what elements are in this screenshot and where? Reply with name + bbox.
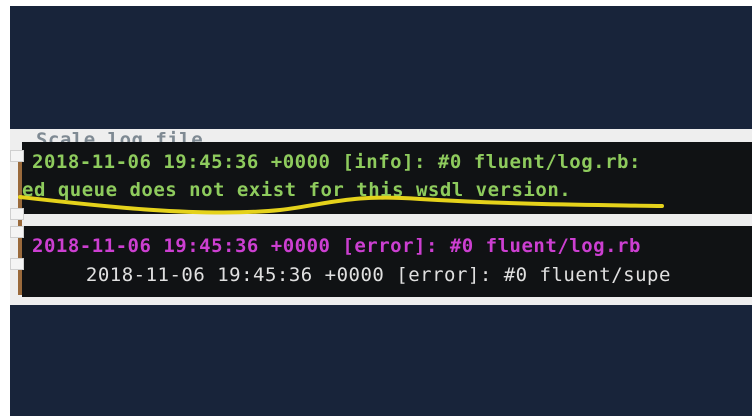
scroll-marker	[10, 226, 24, 238]
scroll-marker	[10, 150, 24, 162]
scroll-marker	[10, 258, 24, 270]
log-line-info: 2018-11-06 19:45:36 +0000 [info]: #0 flu…	[32, 151, 641, 173]
line-separator	[22, 214, 752, 226]
terminal-left-border	[18, 150, 22, 295]
log-line-error-trace: 2018-11-06 19:45:36 +0000 [error]: #0 fl…	[62, 264, 671, 286]
partial-log-line: Scale log file	[36, 129, 204, 142]
scroll-marker	[10, 208, 24, 220]
log-line-info-continuation: ed queue does not exist for this wsdl ve…	[22, 179, 572, 201]
log-line-error: 2018-11-06 19:45:36 +0000 [error]: #0 fl…	[32, 235, 641, 257]
